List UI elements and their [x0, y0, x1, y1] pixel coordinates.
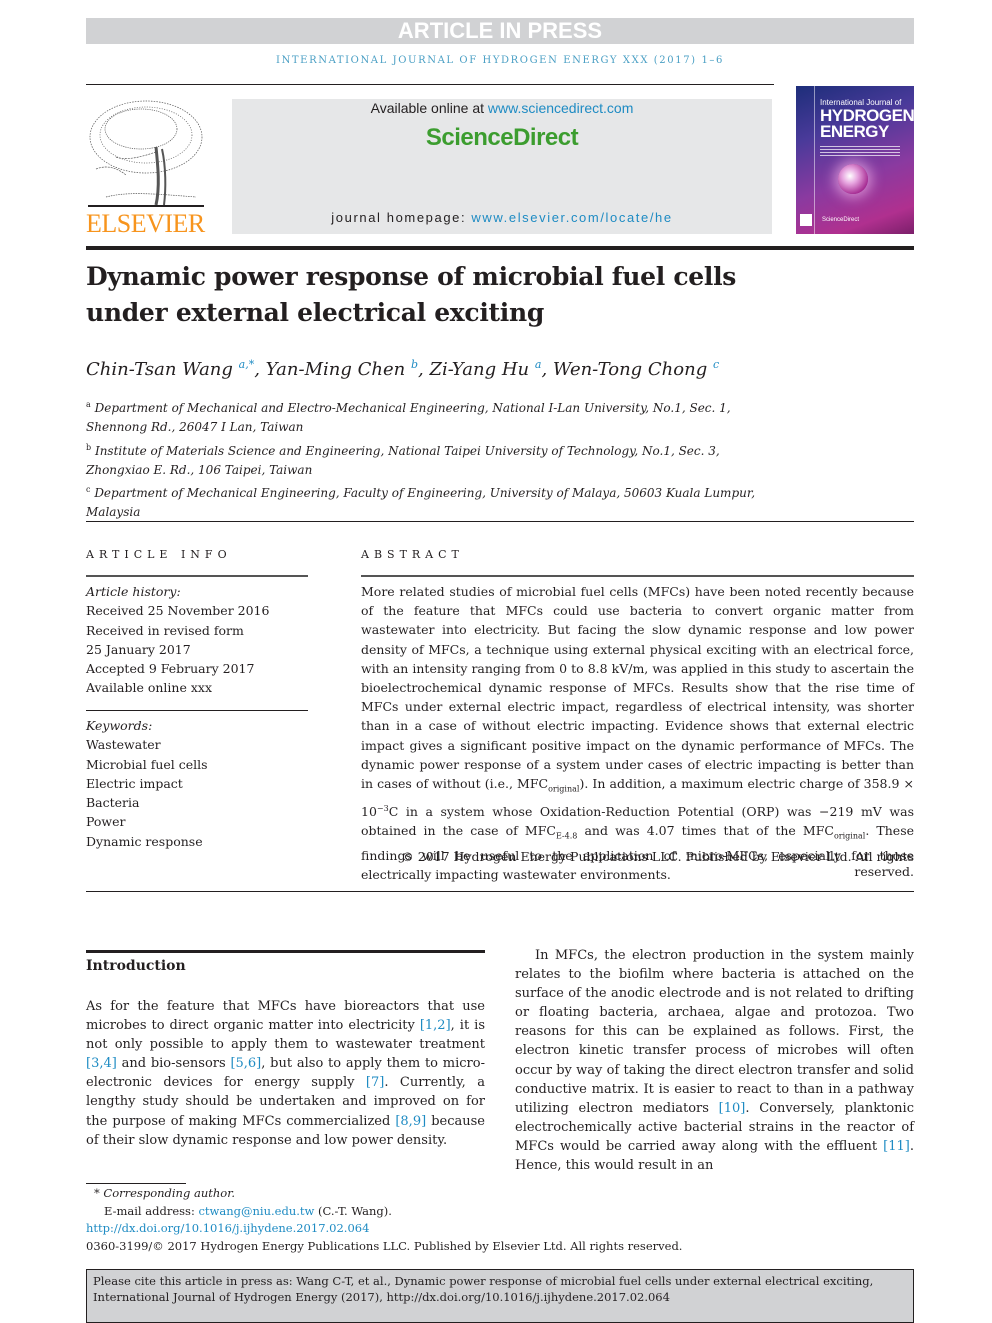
cover-energy: ENERGY	[820, 122, 889, 141]
article-in-press-banner: ARTICLE IN PRESS	[86, 18, 914, 44]
journal-homepage-label: journal homepage:	[331, 210, 472, 225]
affiliation-item: b Institute of Materials Science and Eng…	[86, 438, 786, 481]
email-line: E-mail address: ctwang@niu.edu.tw (C.-T.…	[86, 1203, 914, 1221]
abstract-end-rule	[86, 891, 914, 892]
email-label: E-mail address:	[104, 1203, 199, 1218]
article-title: Dynamic power response of microbial fuel…	[86, 259, 846, 331]
keywords-rule	[86, 710, 308, 711]
abstract-superscript: −3	[376, 803, 389, 813]
reference-link[interactable]: [11]	[883, 1139, 910, 1154]
abstract-part: More related studies of microbial fuel c…	[361, 584, 914, 792]
author-affil-sup[interactable]: a	[535, 358, 542, 371]
abstract-copyright: © 2017 Hydrogen Energy Publications LLC.…	[401, 849, 914, 879]
reference-link[interactable]: [1,2]	[420, 1018, 451, 1033]
keyword-item: Dynamic response	[86, 833, 203, 849]
footnote-rule	[86, 1183, 186, 1184]
history-item: Available online xxx	[86, 680, 212, 696]
history-item: Received in revised form	[86, 622, 244, 638]
history-item: 25 January 2017	[86, 641, 191, 657]
cover-editors-text	[820, 146, 900, 156]
reference-link[interactable]: [3,4]	[86, 1056, 117, 1071]
keyword-item: Bacteria	[86, 795, 140, 811]
available-online-label: Available online at	[370, 100, 488, 116]
abstract-rule	[361, 575, 914, 577]
title-rule	[86, 246, 914, 250]
author-name[interactable]: Wen-Tong Chong	[553, 359, 707, 380]
section-rule	[86, 521, 914, 522]
journal-homepage-link[interactable]: www.elsevier.com/locate/he	[471, 210, 672, 225]
author-affil-sup[interactable]: a,*	[239, 358, 255, 371]
sciencedirect-logo[interactable]: ScienceDirect	[232, 124, 772, 152]
cover-title-big: HYDROGEN ENERGY	[820, 107, 914, 141]
author-name[interactable]: Zi-Yang Hu	[429, 359, 529, 380]
introduction-rule	[86, 950, 485, 953]
author-affil-sup[interactable]: b	[411, 358, 418, 371]
keyword-item: Electric impact	[86, 775, 183, 791]
sciencedirect-box: Available online at www.sciencedirect.co…	[232, 99, 772, 234]
available-online: Available online at www.sciencedirect.co…	[232, 100, 772, 116]
keyword-item: Microbial fuel cells	[86, 756, 208, 772]
abstract-subscript: E-4.8	[555, 831, 578, 841]
cover-publisher-icon	[800, 214, 812, 226]
affiliation-sup: b	[86, 442, 92, 452]
affiliation-sup: c	[86, 485, 91, 495]
corresponding-author-note: * Corresponding author.	[94, 1186, 236, 1200]
keywords: Keywords: Wastewater Microbial fuel cell…	[86, 716, 308, 851]
affiliation-text: Institute of Materials Science and Engin…	[86, 443, 720, 477]
reference-link[interactable]: [8,9]	[395, 1114, 426, 1129]
introduction-heading: Introduction	[86, 958, 186, 974]
body-column-left: As for the feature that MFCs have biorea…	[86, 997, 485, 1150]
keyword-item: Power	[86, 814, 126, 830]
reference-link[interactable]: [10]	[719, 1101, 746, 1116]
cover-divider	[814, 86, 815, 234]
article-info-rule	[86, 575, 308, 577]
history-item: Received 25 November 2016	[86, 603, 270, 619]
abstract-part: and was 4.07 times that of the MFC	[577, 823, 834, 839]
history-item: Accepted 9 February 2017	[86, 661, 255, 677]
abstract-subscript: original	[548, 784, 580, 794]
author-name[interactable]: Yan-Ming Chen	[266, 359, 406, 380]
cover-orb-graphic	[838, 164, 868, 194]
journal-running-head: INTERNATIONAL JOURNAL OF HYDROGEN ENERGY…	[276, 55, 724, 66]
sciencedirect-link[interactable]: www.sciencedirect.com	[488, 100, 634, 116]
affiliation-text: Department of Mechanical Engineering, Fa…	[86, 486, 756, 520]
body-column-right: In MFCs, the electron production in the …	[515, 946, 914, 1175]
keywords-label: Keywords:	[86, 718, 153, 733]
cover-sciencedirect: ScienceDirect	[822, 217, 860, 223]
affiliation-item: a Department of Mechanical and Electro-M…	[86, 395, 786, 438]
elsevier-wordmark: ELSEVIER	[86, 209, 205, 238]
affiliations: a Department of Mechanical and Electro-M…	[86, 395, 786, 523]
body-text-run: and bio-sensors	[116, 1056, 231, 1072]
reference-link[interactable]: [5,6]	[230, 1056, 261, 1071]
article-info-heading: ARTICLE INFO	[86, 548, 232, 561]
header-rule	[86, 84, 774, 85]
author-name[interactable]: Chin-Tsan Wang	[86, 359, 233, 380]
affiliation-sup: a	[86, 400, 91, 409]
email-link[interactable]: ctwang@niu.edu.tw	[198, 1204, 314, 1218]
abstract-heading: ABSTRACT	[361, 548, 464, 561]
abstract-subscript: original	[833, 831, 866, 841]
journal-cover-image[interactable]: International Journal of HYDROGEN ENERGY …	[796, 86, 914, 234]
elsevier-logo[interactable]: ELSEVIER	[86, 97, 211, 238]
elsevier-tree-icon	[88, 100, 204, 207]
footnotes: * Corresponding author. E-mail address: …	[86, 1185, 914, 1255]
abstract-text: More related studies of microbial fuel c…	[361, 582, 914, 884]
affiliation-text: Department of Mechanical and Electro-Mec…	[86, 401, 731, 435]
citation-box: Please cite this article in press as: Wa…	[86, 1269, 914, 1323]
email-suffix: (C.-T. Wang).	[314, 1203, 392, 1218]
journal-homepage: journal homepage: www.elsevier.com/locat…	[232, 210, 772, 225]
body-text-run: In MFCs, the electron production in the …	[515, 948, 914, 1116]
article-history-label: Article history:	[86, 584, 181, 599]
title-line-1: Dynamic power response of microbial fuel…	[86, 262, 737, 291]
reference-link[interactable]: [7]	[366, 1075, 384, 1090]
keyword-item: Wastewater	[86, 737, 161, 753]
issn-copyright: 0360-3199/© 2017 Hydrogen Energy Publica…	[86, 1238, 683, 1253]
citation-text: Please cite this article in press as: Wa…	[93, 1274, 874, 1304]
title-line-2: under external electrical exciting	[86, 298, 545, 327]
author-affil-sup[interactable]: c	[713, 358, 719, 371]
article-history: Article history: Received 25 November 20…	[86, 582, 308, 698]
author-list: Chin-Tsan Wang a,*, Yan-Ming Chen b, Zi-…	[86, 358, 720, 380]
affiliation-item: c Department of Mechanical Engineering, …	[86, 480, 786, 523]
doi-link[interactable]: http://dx.doi.org/10.1016/j.ijhydene.201…	[86, 1221, 369, 1235]
